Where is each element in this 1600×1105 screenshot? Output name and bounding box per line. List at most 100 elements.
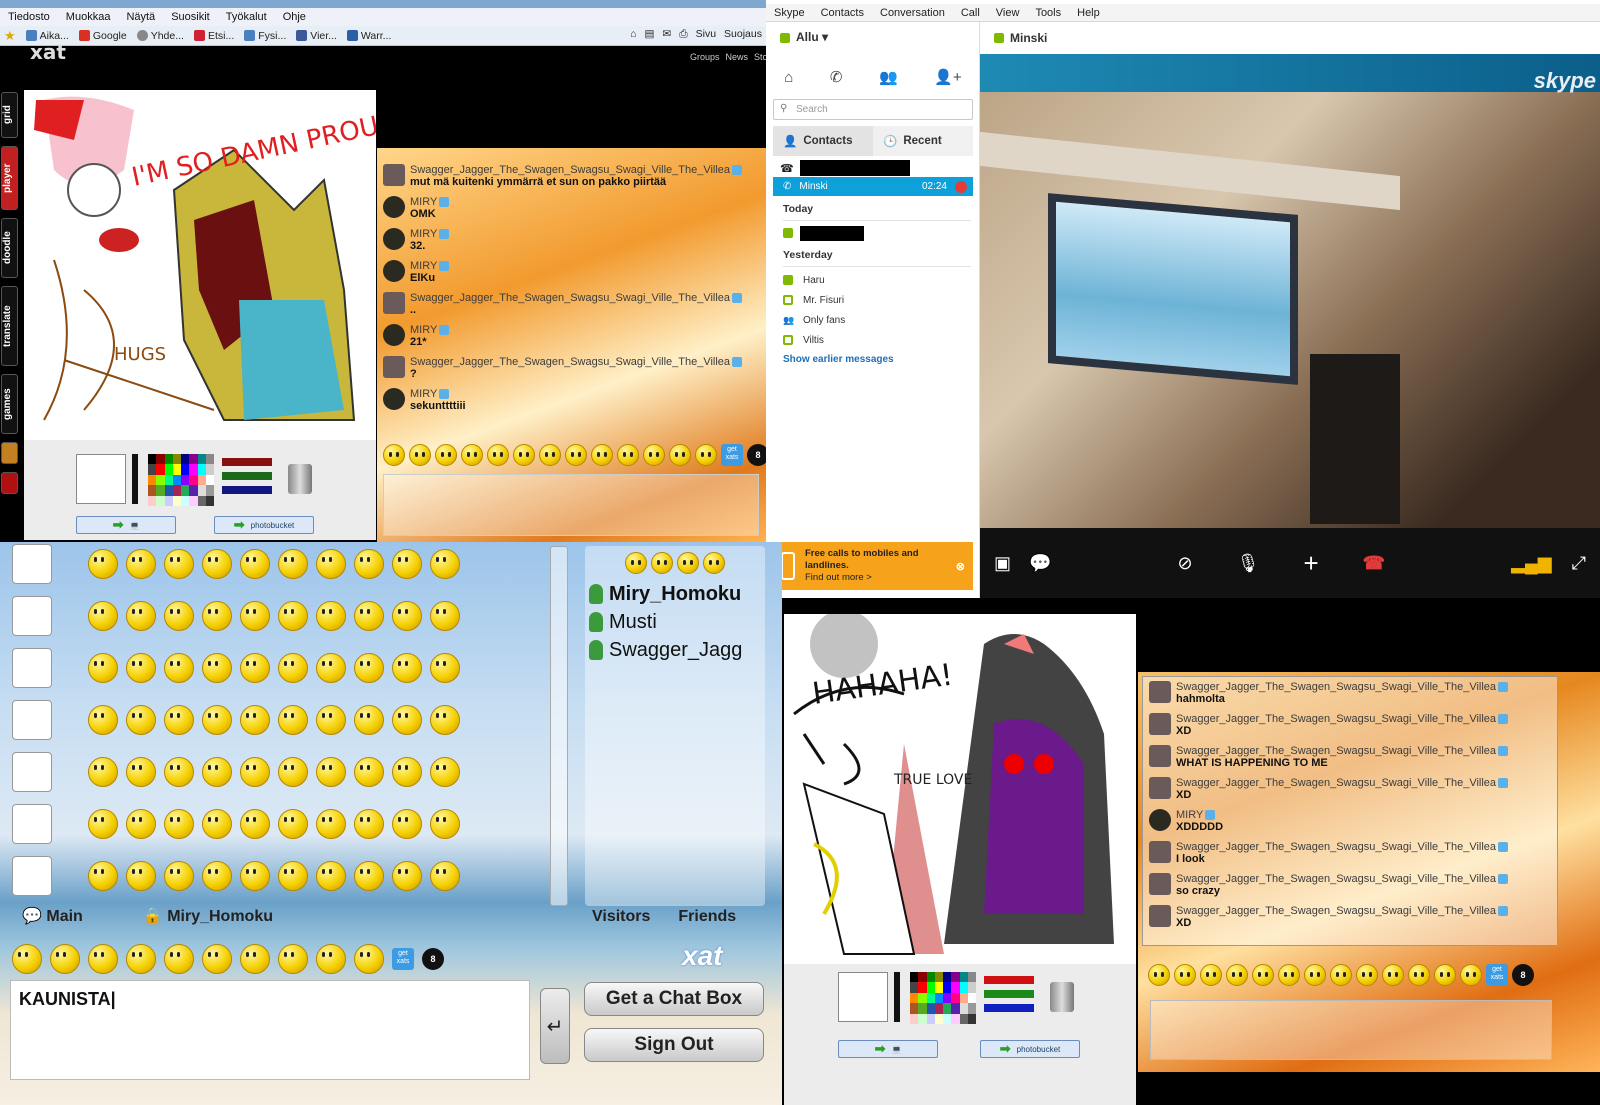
save-to-computer-button[interactable]: ➡ 💻 [838, 1040, 938, 1058]
color-swatch[interactable] [148, 485, 157, 496]
color-swatch[interactable] [967, 1003, 976, 1014]
smiley-icon[interactable] [1460, 964, 1482, 986]
line-style-blue[interactable] [984, 1004, 1034, 1012]
smiley-icon[interactable] [591, 444, 613, 466]
menu-ohje[interactable]: Ohje [283, 11, 306, 23]
color-palette[interactable] [148, 454, 214, 506]
message-author[interactable]: Swagger_Jagger_The_Swagen_Swagsu_Swagi_V… [1176, 745, 1509, 757]
smiley-icon[interactable] [316, 944, 346, 974]
spam-message-list[interactable] [12, 544, 572, 908]
home-icon[interactable]: ⌂ [784, 69, 793, 86]
color-swatch[interactable] [189, 454, 198, 465]
brush-size-slider[interactable] [894, 972, 900, 1022]
add-icon[interactable]: + [1303, 548, 1318, 579]
color-swatch[interactable] [156, 474, 165, 486]
smiley-icon[interactable] [278, 944, 308, 974]
favorite-link[interactable]: Etsi... [193, 30, 234, 42]
color-swatch[interactable] [951, 1003, 960, 1014]
favorite-link[interactable]: Vier... [296, 30, 337, 42]
color-swatch[interactable] [967, 992, 976, 1004]
color-swatch[interactable] [164, 485, 173, 496]
color-swatch[interactable] [943, 1003, 952, 1014]
smiley-icon[interactable] [88, 944, 118, 974]
brush-preview[interactable] [76, 454, 126, 504]
user-avatar[interactable] [383, 228, 405, 250]
favorites-star-icon[interactable]: ★ [4, 28, 16, 44]
message-input[interactable] [383, 474, 759, 536]
message-author[interactable]: Swagger_Jagger_The_Swagen_Swagsu_Swagi_V… [410, 356, 743, 368]
user-avatar[interactable] [383, 196, 405, 218]
news-link[interactable]: News [726, 52, 749, 62]
color-swatch[interactable] [197, 474, 206, 486]
get-xats-button[interactable]: get xats [392, 948, 414, 970]
user-avatar[interactable] [12, 804, 52, 844]
smiley-icon[interactable] [617, 444, 639, 466]
favorite-link[interactable]: Fysi... [244, 30, 286, 42]
color-swatch[interactable] [959, 982, 968, 993]
menu-contacts[interactable]: Contacts [821, 7, 864, 19]
smiley-icon[interactable] [461, 444, 483, 466]
message-list[interactable]: Swagger_Jagger_The_Swagen_Swagsu_Swagi_V… [383, 164, 760, 420]
color-swatch[interactable] [934, 1003, 943, 1014]
tab-friends[interactable]: Friends [678, 908, 736, 926]
color-swatch[interactable] [148, 454, 157, 465]
get-xats-button[interactable]: get xats [721, 444, 743, 466]
user-avatar[interactable] [12, 648, 52, 688]
message-input[interactable] [1150, 1000, 1552, 1060]
hang-up-icon[interactable]: ☎ [1363, 553, 1385, 574]
color-swatch[interactable] [164, 464, 173, 475]
smiley-icon[interactable] [1434, 964, 1456, 986]
tab-contacts[interactable]: 👤 Contacts [773, 126, 873, 156]
message-author[interactable]: Swagger_Jagger_The_Swagen_Swagsu_Swagi_V… [410, 164, 743, 176]
smiley-icon[interactable] [1330, 964, 1352, 986]
message-author[interactable]: MIRY [410, 388, 466, 400]
smiley-icon[interactable] [1148, 964, 1170, 986]
smiley-icon[interactable] [1304, 964, 1326, 986]
safety-menu[interactable]: Suojaus [724, 28, 762, 41]
color-swatch[interactable] [156, 464, 165, 475]
color-swatch[interactable] [943, 982, 952, 993]
message-author[interactable]: Swagger_Jagger_The_Swagen_Swagsu_Swagi_V… [1176, 681, 1509, 693]
color-swatch[interactable] [205, 485, 214, 496]
tab-translate[interactable]: translate [1, 286, 18, 366]
sign-out-button[interactable]: Sign Out [584, 1028, 764, 1062]
smiley-icon[interactable] [1356, 964, 1378, 986]
recent-contact[interactable]: Mr. Fisuri [783, 290, 845, 310]
user-avatar[interactable] [1149, 841, 1171, 863]
brush-preview[interactable] [838, 972, 888, 1022]
user-avatar[interactable] [1149, 873, 1171, 895]
doodle-canvas[interactable]: HAHAHA! TRUE LOVE [784, 614, 1136, 964]
user-item[interactable]: Musti [585, 608, 742, 636]
smiley-icon[interactable] [50, 944, 80, 974]
smiley-icon[interactable] [240, 944, 270, 974]
message-author[interactable]: Swagger_Jagger_The_Swagen_Swagsu_Swagi_V… [1176, 905, 1509, 917]
menu-view[interactable]: View [996, 7, 1020, 19]
brush-size-slider[interactable] [132, 454, 138, 504]
line-style-green[interactable] [222, 472, 272, 480]
color-swatch[interactable] [205, 454, 214, 465]
color-swatch[interactable] [943, 992, 952, 1004]
line-style-green[interactable] [984, 990, 1034, 998]
color-swatch[interactable] [918, 992, 927, 1004]
tab-player[interactable]: player [1, 146, 18, 210]
color-swatch[interactable] [181, 454, 190, 465]
message-author[interactable]: MIRY [410, 196, 450, 208]
tab-grid[interactable]: grid [1, 92, 18, 138]
color-swatch[interactable] [918, 972, 927, 983]
color-swatch[interactable] [164, 454, 173, 465]
smiley-icon[interactable] [409, 444, 431, 466]
smiley-icon[interactable] [1408, 964, 1430, 986]
color-swatch[interactable] [189, 495, 198, 506]
tab-visitors[interactable]: Visitors [592, 908, 650, 926]
user-avatar[interactable] [12, 856, 52, 896]
user-item[interactable]: Swagger_Jagg [585, 636, 742, 664]
color-swatch[interactable] [148, 464, 157, 475]
color-palette[interactable] [910, 972, 976, 1024]
end-call-icon[interactable] [955, 180, 967, 193]
message-author[interactable]: Swagger_Jagger_The_Swagen_Swagsu_Swagi_V… [1176, 713, 1509, 725]
chat-scrollbar[interactable] [550, 546, 568, 906]
video-feed[interactable]: skype [980, 54, 1600, 528]
save-to-computer-button[interactable]: ➡ 💻 [76, 516, 176, 534]
color-swatch[interactable] [951, 982, 960, 993]
recent-contact[interactable]: Haru [783, 270, 845, 290]
